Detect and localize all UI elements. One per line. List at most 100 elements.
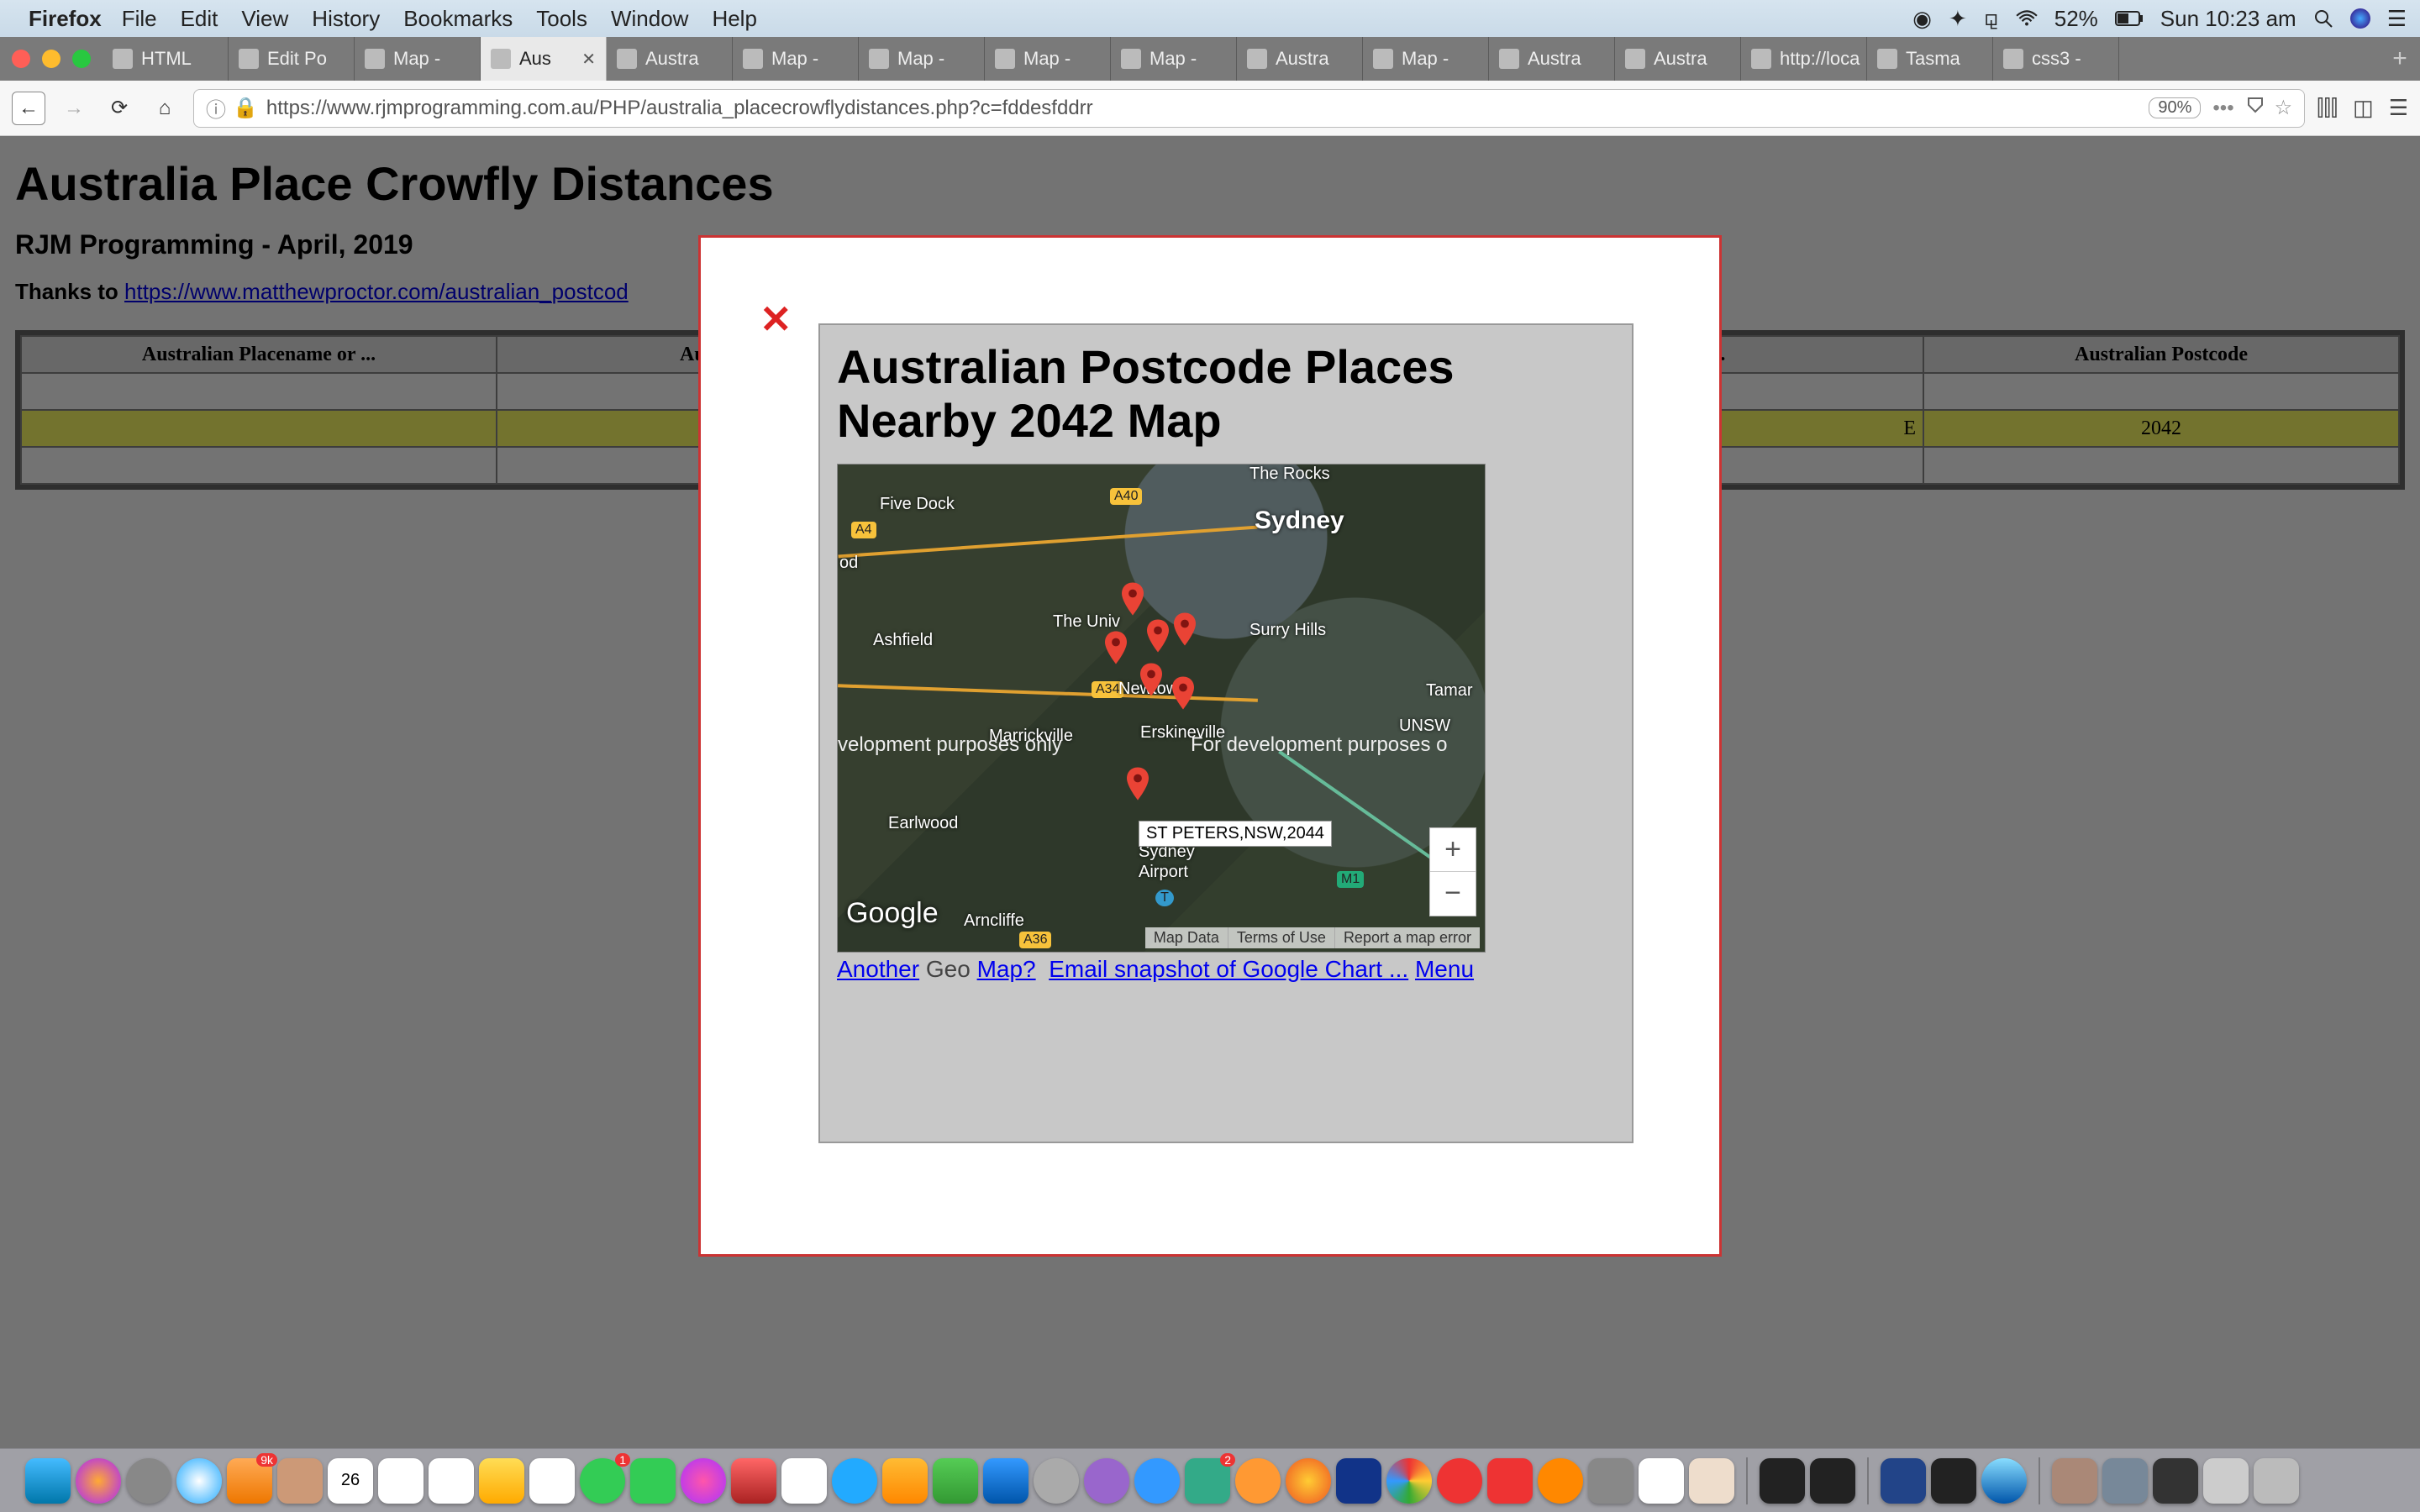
dock-app[interactable] [1235, 1458, 1281, 1504]
menu-help[interactable]: Help [712, 6, 756, 32]
page-actions-icon[interactable]: ••• [2212, 97, 2233, 120]
google-map[interactable]: A40 A4 A34 A36 M1 T The Rocks Sydney Fiv… [837, 464, 1486, 953]
dock-opera[interactable] [1437, 1458, 1482, 1504]
another-link[interactable]: Another [837, 956, 919, 982]
browser-tab[interactable]: Austra [1489, 37, 1615, 81]
browser-tab[interactable]: Aus✕ [481, 37, 607, 81]
dock-appstore[interactable] [832, 1458, 877, 1504]
bookmark-star-icon[interactable]: ☆ [2275, 96, 2293, 120]
dock-app[interactable] [479, 1458, 524, 1504]
dock-itunes[interactable] [681, 1458, 726, 1504]
dock-finder[interactable] [25, 1458, 71, 1504]
hamburger-menu-icon[interactable]: ☰ [2389, 95, 2408, 121]
dock-app[interactable]: 2 [1185, 1458, 1230, 1504]
close-window-button[interactable] [12, 50, 30, 68]
dock-messages[interactable]: 1 [580, 1458, 625, 1504]
report-error-link[interactable]: Report a map error [1334, 927, 1480, 948]
info-icon[interactable]: ⓘ [206, 93, 226, 123]
app-name[interactable]: Firefox [29, 6, 102, 32]
dock-app[interactable] [2203, 1458, 2249, 1504]
menu-view[interactable]: View [241, 6, 288, 32]
dock-app[interactable] [126, 1458, 171, 1504]
terms-link[interactable]: Terms of Use [1228, 927, 1334, 948]
browser-tab[interactable]: Map - [985, 37, 1111, 81]
dock-pages[interactable] [882, 1458, 928, 1504]
browser-tab[interactable]: HTML [103, 37, 229, 81]
dock-app[interactable] [2153, 1458, 2198, 1504]
dock-contacts[interactable] [277, 1458, 323, 1504]
map-marker[interactable] [1127, 767, 1149, 801]
map-data-link[interactable]: Map Data [1145, 927, 1228, 948]
new-tab-button[interactable]: + [2380, 37, 2420, 81]
email-snapshot-link[interactable]: Email snapshot of Google Chart ... [1049, 956, 1408, 982]
close-icon[interactable]: ✕ [760, 297, 792, 342]
wifi-icon[interactable] [2016, 10, 2038, 27]
map-marker[interactable] [1147, 619, 1169, 653]
browser-tab[interactable]: Austra [1615, 37, 1741, 81]
browser-tab[interactable]: Austra [607, 37, 733, 81]
dock-keynote[interactable] [983, 1458, 1028, 1504]
dock-facetime[interactable] [630, 1458, 676, 1504]
browser-tab[interactable]: Map - [1363, 37, 1489, 81]
dock-photos[interactable] [529, 1458, 575, 1504]
dock-app[interactable] [731, 1458, 776, 1504]
browser-tab[interactable]: css3 - [1993, 37, 2119, 81]
dock-app[interactable] [1689, 1458, 1734, 1504]
lock-icon[interactable]: 🔒 [233, 96, 258, 120]
dock-app[interactable] [1981, 1458, 2027, 1504]
clock[interactable]: Sun 10:23 am [2160, 6, 2296, 32]
status-icon-2[interactable]: ✦ [1949, 6, 1967, 32]
siri-icon[interactable] [2350, 8, 2370, 29]
home-button[interactable]: ⌂ [148, 92, 182, 125]
dock-mamp[interactable] [1588, 1458, 1634, 1504]
browser-tab[interactable]: Map - [733, 37, 859, 81]
browser-tab[interactable]: Map - [859, 37, 985, 81]
dock-app[interactable] [1034, 1458, 1079, 1504]
menu-history[interactable]: History [312, 6, 380, 32]
map-question-link[interactable]: Map? [977, 956, 1036, 982]
dock-app[interactable] [1639, 1458, 1684, 1504]
dock-chrome[interactable] [1386, 1458, 1432, 1504]
browser-tab[interactable]: Map - [355, 37, 481, 81]
reload-button[interactable]: ⟳ [103, 92, 136, 125]
menu-bookmarks[interactable]: Bookmarks [403, 6, 513, 32]
dock-photoshop[interactable] [1336, 1458, 1381, 1504]
map-marker[interactable] [1174, 612, 1196, 646]
tab-close-icon[interactable]: ✕ [581, 49, 596, 70]
dock-notes[interactable] [378, 1458, 424, 1504]
dock-app[interactable] [2102, 1458, 2148, 1504]
menu-edit[interactable]: Edit [181, 6, 218, 32]
dock-terminal[interactable] [1810, 1458, 1855, 1504]
pocket-icon[interactable] [2246, 96, 2265, 120]
map-marker[interactable] [1172, 676, 1194, 710]
minimize-window-button[interactable] [42, 50, 60, 68]
dock-app[interactable] [1084, 1458, 1129, 1504]
menu-window[interactable]: Window [611, 6, 688, 32]
dock-filezilla[interactable] [1487, 1458, 1533, 1504]
status-icon-1[interactable]: ◉ [1912, 6, 1932, 32]
menu-file[interactable]: File [122, 6, 157, 32]
dock-app[interactable] [1538, 1458, 1583, 1504]
zoom-in-button[interactable]: + [1430, 828, 1476, 872]
notification-center-icon[interactable]: ☰ [2387, 6, 2407, 32]
zoom-out-button[interactable]: − [1430, 872, 1476, 916]
dock-siri[interactable] [76, 1458, 121, 1504]
dock-app[interactable] [1134, 1458, 1180, 1504]
dock-app[interactable]: 9k [227, 1458, 272, 1504]
dock-firefox[interactable] [1286, 1458, 1331, 1504]
dock-terminal[interactable] [1760, 1458, 1805, 1504]
url-bar[interactable]: ⓘ 🔒 https://www.rjmprogramming.com.au/PH… [193, 89, 2305, 128]
dock-app[interactable] [2052, 1458, 2097, 1504]
bluetooth-icon[interactable]: ⚼ [1984, 5, 1999, 32]
browser-tab[interactable]: Tasma [1867, 37, 1993, 81]
dock-app[interactable] [1931, 1458, 1976, 1504]
zoom-level[interactable]: 90% [2149, 97, 2201, 118]
browser-tab[interactable]: Edit Po [229, 37, 355, 81]
menu-tools[interactable]: Tools [536, 6, 587, 32]
back-button[interactable]: ← [12, 92, 45, 125]
dock-calendar[interactable]: 26 [328, 1458, 373, 1504]
maximize-window-button[interactable] [72, 50, 91, 68]
map-marker[interactable] [1140, 663, 1162, 696]
sidebar-icon[interactable]: ◫ [2353, 95, 2374, 121]
dock-safari[interactable] [176, 1458, 222, 1504]
